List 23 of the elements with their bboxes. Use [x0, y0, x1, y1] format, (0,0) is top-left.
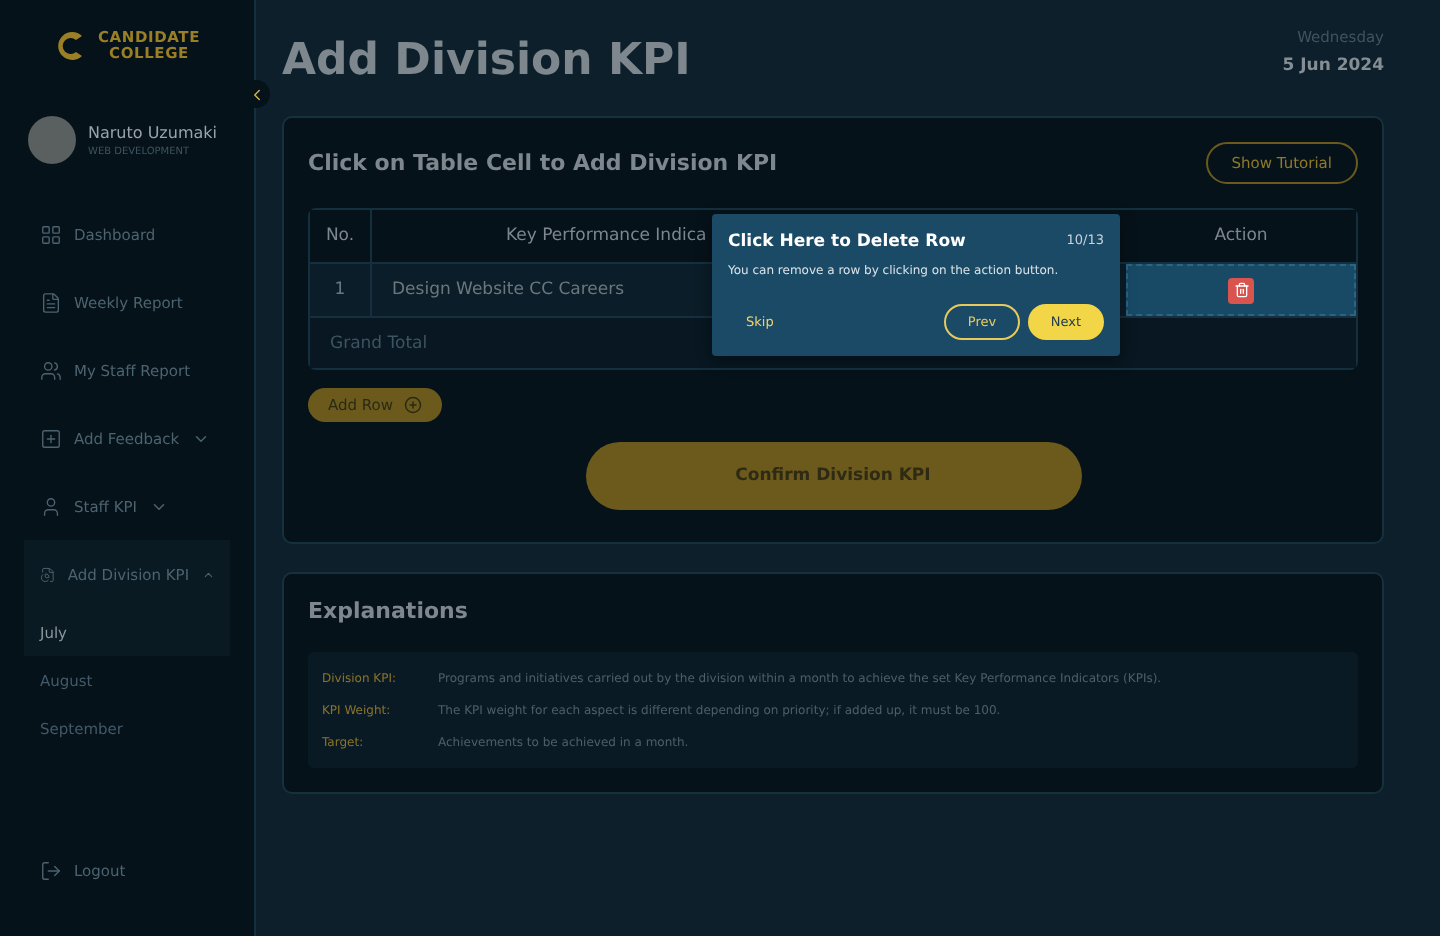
table-cell[interactable]: Design Website CC Careers	[392, 280, 625, 300]
page-title: Add Division KPI	[282, 36, 691, 86]
grand-total-label: Grand Total	[330, 333, 428, 353]
logout-icon	[40, 859, 62, 881]
popover-title: Click Here to Delete Row	[728, 232, 966, 252]
nav-icon	[40, 563, 56, 585]
column-header: Action	[1214, 226, 1268, 246]
nav-icon	[40, 359, 62, 381]
delete-button[interactable]	[1228, 277, 1254, 303]
card-title: Click on Table Cell to Add Division KPI	[308, 150, 778, 176]
avatar	[28, 116, 76, 164]
plus-icon	[403, 396, 422, 414]
confirm-button[interactable]: Confirm Division KPI	[585, 442, 1081, 510]
date-label: 5 Jun 2024	[1282, 56, 1384, 76]
table-cell: 1	[334, 280, 346, 300]
card-title: Explanations	[308, 598, 470, 624]
nav-icon	[40, 223, 62, 245]
nav-icon	[40, 495, 62, 517]
column-header: No.	[325, 226, 355, 246]
user-name: Naruto Uzumaki	[88, 123, 217, 141]
nav-icon	[40, 291, 62, 313]
column-header: Key Performance Indica	[506, 226, 707, 246]
nav-icon	[40, 427, 62, 449]
